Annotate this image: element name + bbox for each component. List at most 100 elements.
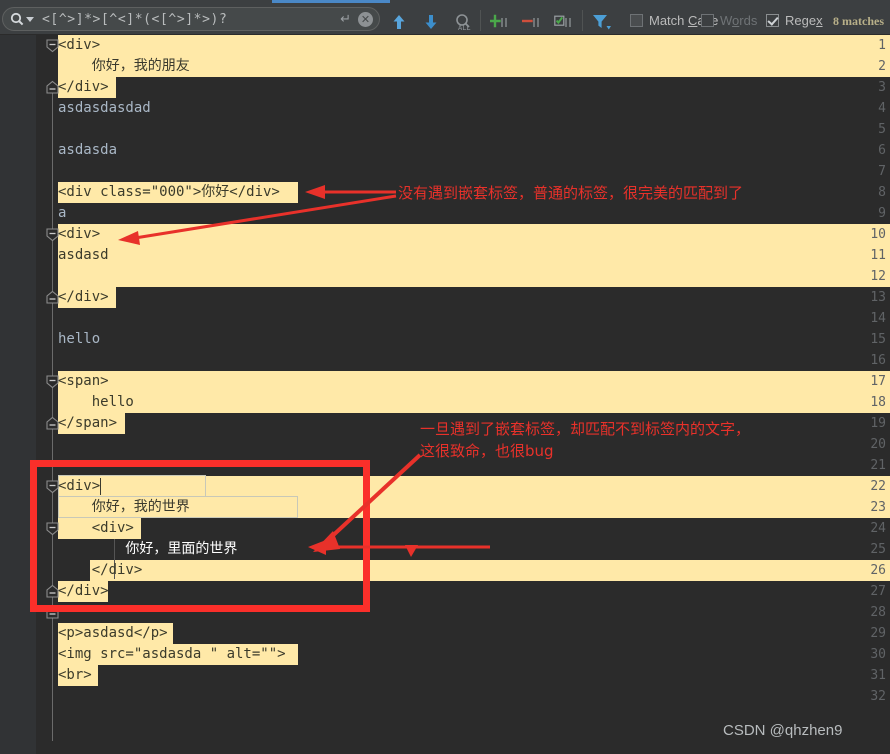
words-option[interactable]: Words (701, 13, 757, 28)
match-highlight (58, 245, 890, 266)
code-line[interactable]: </div> (58, 77, 109, 98)
annotation-simple-tag: 没有遇到嵌套标签，普通的标签，很完美的匹配到了 (398, 184, 744, 202)
code-line[interactable]: asdasd (58, 245, 109, 266)
toolbar-separator-1 (480, 10, 481, 31)
clear-search-icon[interactable]: ✕ (358, 11, 373, 27)
search-field[interactable]: <[^>]*>[^<]*(<[^>]*>)? ↵ ✕ (2, 7, 380, 31)
text-caret (100, 478, 101, 495)
match-highlight (58, 476, 890, 497)
match-highlight (58, 392, 890, 413)
select-lines-icon[interactable] (554, 12, 574, 32)
fold-region-spine (52, 81, 53, 741)
line-number: 25 (870, 542, 886, 557)
match-count-label: 8 matches (833, 14, 884, 28)
line-number: 3 (878, 80, 886, 95)
find-toolbar: <[^>]*>[^<]*(<[^>]*>)? ↵ ✕ ALL Match C W… (0, 4, 890, 35)
ide-find-replace-screenshot: <[^>]*>[^<]*(<[^>]*>)? ↵ ✕ ALL Match C W… (0, 0, 890, 754)
search-icon[interactable] (10, 12, 34, 26)
line-number: 13 (870, 290, 886, 305)
annotation-nested-tag-line-2: 这很致命，也很bug (420, 442, 554, 460)
regex-option[interactable]: Regex (766, 13, 823, 28)
line-number: 6 (878, 143, 886, 158)
code-line[interactable]: <div> (58, 224, 100, 245)
code-line[interactable]: </div> (58, 287, 109, 308)
line-number: 9 (878, 206, 886, 221)
search-input[interactable]: <[^>]*>[^<]*(<[^>]*>)? (42, 12, 340, 27)
line-number: 12 (870, 269, 886, 284)
line-number: 15 (870, 332, 886, 347)
line-number: 4 (878, 101, 886, 116)
code-line[interactable]: 你好，我的世界 (58, 497, 190, 518)
code-line[interactable]: <p>asdasd</p> (58, 623, 168, 644)
line-number: 14 (870, 311, 886, 326)
svg-text:ALL: ALL (458, 24, 471, 31)
add-line-icon[interactable] (490, 12, 510, 32)
line-number: 28 (870, 605, 886, 620)
code-line[interactable]: 你好，我的朋友 (58, 56, 190, 77)
match-highlight (90, 560, 890, 581)
line-number: 2 (878, 59, 886, 74)
toolbar-separator-2 (582, 10, 583, 31)
match-highlight (58, 371, 890, 392)
line-number: 18 (870, 395, 886, 410)
code-line[interactable]: hello (58, 329, 100, 350)
code-folding-gutter[interactable] (36, 35, 58, 754)
line-number: 20 (870, 437, 886, 452)
code-line[interactable]: asdasda (58, 140, 117, 161)
line-number: 22 (870, 479, 886, 494)
code-line[interactable]: <img src="asdasda " alt=""> (58, 644, 286, 665)
filter-icon[interactable] (592, 12, 612, 32)
code-line[interactable]: <div> (58, 476, 100, 497)
code-line[interactable]: a (58, 203, 66, 224)
line-number: 26 (870, 563, 886, 578)
code-line[interactable]: <div class="000">你好</div> (58, 182, 280, 203)
line-number: 21 (870, 458, 886, 473)
line-number: 16 (870, 353, 886, 368)
code-line[interactable]: 你好，里面的世界 (58, 539, 237, 560)
line-number: 24 (870, 521, 886, 536)
match-highlight (58, 224, 890, 245)
line-number: 8 (878, 185, 886, 200)
fold-marker-close[interactable] (45, 605, 60, 620)
line-number: 1 (878, 38, 886, 53)
line-number: 23 (870, 500, 886, 515)
code-line[interactable]: <br> (58, 665, 92, 686)
code-line[interactable]: </div> (58, 581, 109, 602)
code-line[interactable]: hello (58, 392, 134, 413)
code-line[interactable]: <div> (58, 518, 134, 539)
code-line[interactable]: </div> (58, 560, 143, 581)
find-previous-icon[interactable] (389, 12, 409, 32)
words-checkbox[interactable] (701, 14, 714, 27)
enter-hint-icon: ↵ (340, 11, 351, 27)
line-number: 11 (870, 248, 886, 263)
code-line[interactable]: <span> (58, 371, 109, 392)
line-number: 29 (870, 626, 886, 641)
chevron-down-icon[interactable] (26, 16, 34, 22)
match-highlight (58, 35, 890, 56)
code-line[interactable]: </span> (58, 413, 117, 434)
line-number: 17 (870, 374, 886, 389)
line-number: 27 (870, 584, 886, 599)
active-tab-indicator (272, 0, 390, 3)
remove-line-icon[interactable] (522, 12, 542, 32)
line-number: 32 (870, 689, 886, 704)
code-editor[interactable]: 1 2 3 4 5 6 7 8 9 10 11 12 13 14 15 16 1… (0, 35, 890, 754)
line-number: 31 (870, 668, 886, 683)
line-number-gutter (0, 35, 36, 754)
code-line[interactable]: asdasdasdad (58, 98, 151, 119)
line-number: 10 (870, 227, 886, 242)
select-all-occurrences-icon[interactable]: ALL (453, 12, 473, 32)
line-number: 30 (870, 647, 886, 662)
match-case-checkbox[interactable] (630, 14, 643, 27)
regex-label: Regex (785, 13, 823, 28)
find-next-icon[interactable] (421, 12, 441, 32)
line-number: 7 (878, 164, 886, 179)
words-label: Words (720, 13, 758, 28)
annotation-nested-tag-line-1: 一旦遇到了嵌套标签，却匹配不到标签内的文字， (420, 420, 751, 438)
match-highlight (58, 266, 890, 287)
regex-checkbox[interactable] (766, 14, 779, 27)
code-line[interactable]: <div> (58, 35, 100, 56)
line-number: 19 (870, 416, 886, 431)
line-number: 5 (878, 122, 886, 137)
watermark: CSDN @qhzhen9 (723, 722, 843, 739)
